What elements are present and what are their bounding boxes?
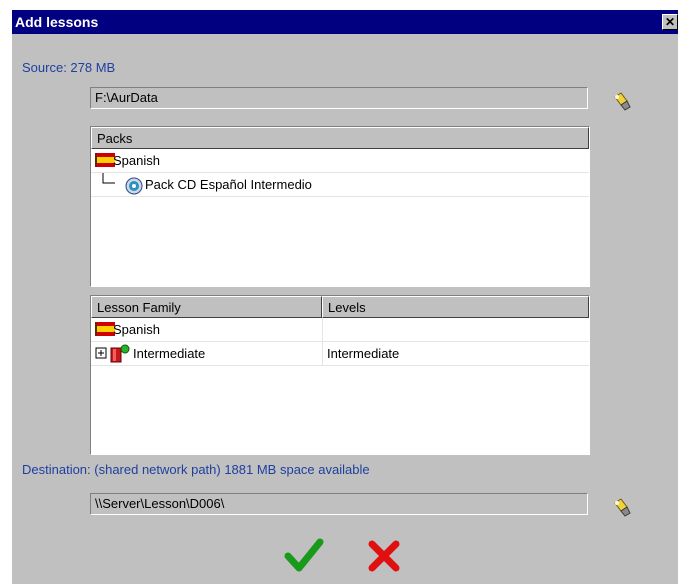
dialog-title: Add lessons <box>15 14 99 30</box>
packs-panel: Packs Spanish Pack CD Español Intermedio <box>90 126 590 287</box>
pack-label-cd: Pack CD Español Intermedio <box>145 177 312 192</box>
tree-connector-icon <box>102 173 115 184</box>
lesson-row-intermediate[interactable]: Intermediate Intermediate <box>91 342 589 366</box>
destination-path-field[interactable]: \\Server\Lesson\D006\ <box>90 493 588 515</box>
title-bar: Add lessons ✕ <box>12 10 678 34</box>
source-label: Source: 278 MB <box>22 60 116 75</box>
packs-column-header[interactable]: Packs <box>91 127 589 149</box>
cd-icon <box>125 177 143 195</box>
source-path-field[interactable]: F:\AurData <box>90 87 588 109</box>
lessons-panel: Lesson Family Levels Spanish Intermediat… <box>90 295 590 455</box>
destination-label: Destination: (shared network path) 1881 … <box>22 462 370 477</box>
spain-flag-icon <box>95 153 115 167</box>
lesson-levels-intermediate: Intermediate <box>327 346 400 361</box>
spain-flag-icon <box>95 322 115 336</box>
source-browse-flashlight-icon[interactable] <box>609 91 633 113</box>
expand-plus-icon[interactable] <box>95 347 108 360</box>
add-lessons-dialog: Add lessons ✕ Source: 278 MB F:\AurData … <box>12 10 678 584</box>
lesson-row-spanish[interactable]: Spanish <box>91 318 589 342</box>
book-icon <box>110 344 130 363</box>
pack-label-spanish: Spanish <box>113 153 160 168</box>
pack-row-cd[interactable]: Pack CD Español Intermedio <box>91 173 589 197</box>
lesson-family-spanish: Spanish <box>113 322 160 337</box>
cancel-x-button[interactable] <box>364 536 404 576</box>
ok-checkmark-button[interactable] <box>284 536 324 576</box>
pack-row-spanish[interactable]: Spanish <box>91 149 589 173</box>
destination-browse-flashlight-icon[interactable] <box>609 497 633 519</box>
levels-column-header[interactable]: Levels <box>322 296 589 318</box>
lesson-family-intermediate: Intermediate <box>133 346 206 361</box>
close-button[interactable]: ✕ <box>662 14 678 30</box>
lesson-family-column-header[interactable]: Lesson Family <box>91 296 322 318</box>
